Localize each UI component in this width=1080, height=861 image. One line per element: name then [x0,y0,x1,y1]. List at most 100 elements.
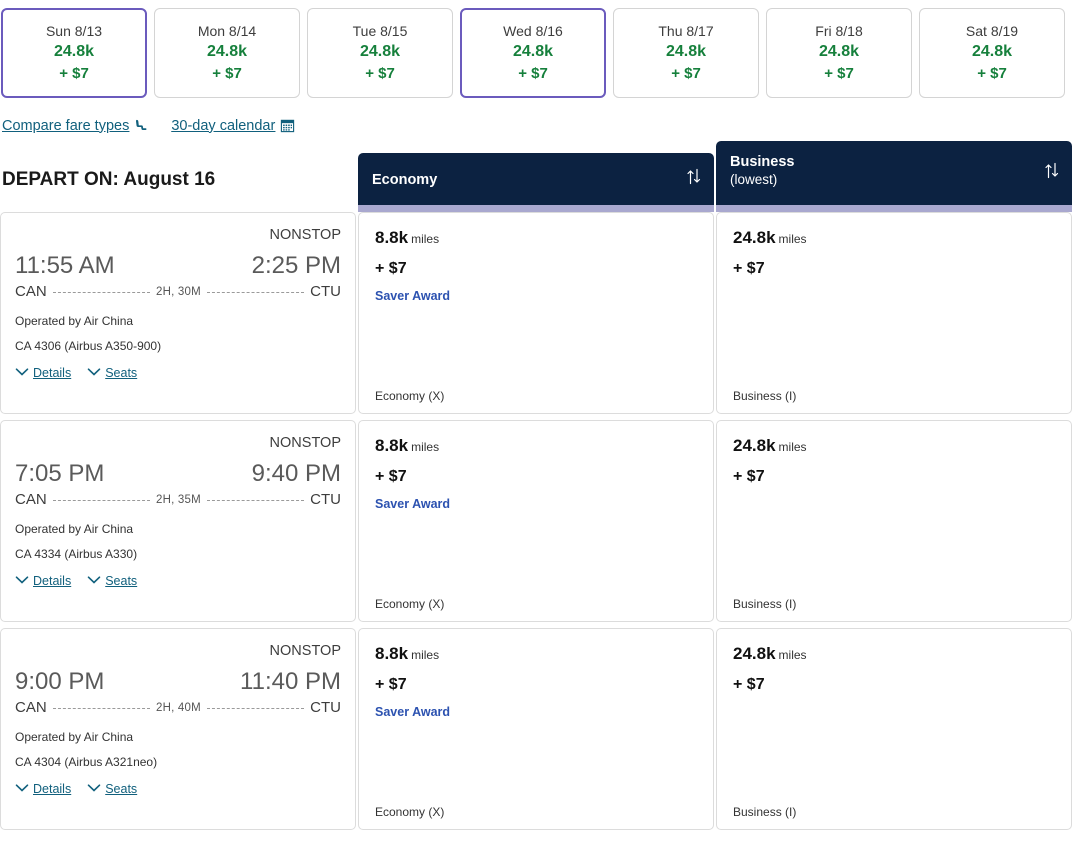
fare-cabin-code: Business (I) [733,389,797,403]
sort-updown-icon-economy[interactable] [686,168,702,191]
depart-time: 11:55 AM [15,252,115,279]
route-line-right [206,708,305,709]
fare-miles-unit: miles [778,648,807,662]
calendar-icon [280,118,295,133]
operated-by: Operated by Air China [15,314,134,328]
fare-cabin-code: Business (I) [733,805,797,819]
destination-code: CTU [310,699,341,716]
fare-cell-economy[interactable]: 8.8k miles + $7 Saver Award Economy (X) [358,212,714,414]
column-subtitle-business: (lowest) [730,172,778,187]
date-tab-tue-8-15[interactable]: Tue 8/15 24.8k + $7 [307,8,453,98]
fare-cell-economy[interactable]: 8.8k miles + $7 Saver Award Economy (X) [358,628,714,830]
route-line-right [206,292,305,293]
flight-row: NONSTOP 7:05 PM 9:40 PM CAN 2H, 35M CTU Operat… [0,420,1080,622]
flight-number-aircraft: CA 4304 (Airbus A321neo) [15,755,158,769]
fare-miles-value: 24.8k [733,644,776,663]
flight-row: NONSTOP 9:00 PM 11:40 PM CAN 2H, 40M CTU Opera… [0,628,1080,830]
column-title-economy: Economy [372,172,438,188]
operated-by: Operated by Air China [15,522,134,536]
flight-times: 7:05 PM 9:40 PM [15,459,341,489]
date-tab-miles: 24.8k [53,43,95,60]
seats-link[interactable]: Seats [87,782,137,796]
seats-link[interactable]: Seats [87,574,137,588]
fare-miles-unit: miles [411,440,440,454]
details-link[interactable]: Details [15,782,71,796]
fare-miles-unit: miles [411,232,440,246]
origin-code: CAN [15,283,47,300]
details-label: Details [33,782,72,796]
depart-title-wrap: DEPART ON: August 16 [0,148,356,212]
date-tab-cash: + $7 [824,65,854,82]
date-tab-miles: 24.8k [665,43,707,60]
date-tab-mon-8-14[interactable]: Mon 8/14 24.8k + $7 [154,8,300,98]
chevron-down-icon [15,782,29,796]
column-title-business: Business [730,154,795,170]
flight-times: 11:55 AM 2:25 PM [15,251,341,281]
column-header-economy[interactable]: Economy [358,153,714,205]
date-tab-day: Thu 8/17 [658,23,714,39]
date-tab-cash: + $7 [59,65,89,82]
fare-cell-business[interactable]: 24.8k miles + $7 Business (I) [716,212,1072,414]
flight-number-aircraft: CA 4334 (Airbus A330) [15,547,138,561]
date-tab-day: Sat 8/19 [965,23,1019,39]
seats-link[interactable]: Seats [87,366,137,380]
date-tab-day: Tue 8/15 [352,23,408,39]
utility-links: Compare fare types 30-day calendar [0,98,1080,134]
chevron-down-icon [87,366,101,380]
compare-fare-types-link[interactable]: Compare fare types [2,118,149,134]
column-economy: Economy [358,153,714,212]
destination-code: CTU [310,283,341,300]
fare-cell-economy[interactable]: 8.8k miles + $7 Saver Award Economy (X) [358,420,714,622]
date-tab-cash: + $7 [365,65,395,82]
fare-award-tag: Saver Award [375,705,451,719]
column-header-business[interactable]: Business (lowest) [716,141,1072,205]
flight-card: NONSTOP 7:05 PM 9:40 PM CAN 2H, 35M CTU Operat… [0,420,356,622]
seats-label: Seats [105,366,138,380]
flight-route: CAN 2H, 40M CTU [15,699,341,716]
flight-duration: 2H, 30M [155,285,201,298]
route-line-left [52,708,150,709]
thirty-day-calendar-link[interactable]: 30-day calendar [171,118,295,134]
date-tab-fri-8-18[interactable]: Fri 8/18 24.8k + $7 [766,8,912,98]
fare-cash: + $7 [375,676,407,693]
chevron-down-icon [87,782,101,796]
fare-cash: + $7 [375,468,407,485]
fare-cell-business[interactable]: 24.8k miles + $7 Business (I) [716,628,1072,830]
fare-miles: 8.8k miles [375,643,697,666]
details-link[interactable]: Details [15,366,71,380]
thirty-day-calendar-label: 30-day calendar [171,117,276,134]
chevron-down-icon [15,366,29,380]
stops-label: NONSTOP [269,227,341,243]
stops-label: NONSTOP [269,643,341,659]
stops-label: NONSTOP [269,435,341,451]
fare-cash: + $7 [733,676,765,693]
column-business: Business (lowest) [716,141,1072,212]
fare-miles: 24.8k miles [733,435,1055,458]
fare-miles-unit: miles [778,232,807,246]
date-tab-wed-8-16[interactable]: Wed 8/16 24.8k + $7 [460,8,606,98]
operated-by: Operated by Air China [15,730,134,744]
date-tab-thu-8-17[interactable]: Thu 8/17 24.8k + $7 [613,8,759,98]
date-tab-sun-8-13[interactable]: Sun 8/13 24.8k + $7 [1,8,147,98]
date-tab-miles: 24.8k [818,43,860,60]
fare-miles-value: 8.8k [375,644,409,663]
details-label: Details [33,366,72,380]
flight-times: 9:00 PM 11:40 PM [15,667,341,697]
origin-code: CAN [15,699,47,716]
date-tab-miles: 24.8k [512,43,554,60]
date-tab-cash: + $7 [977,65,1007,82]
flight-duration: 2H, 40M [155,701,201,714]
fare-cell-business[interactable]: 24.8k miles + $7 Business (I) [716,420,1072,622]
page-title: DEPART ON: August 16 [2,169,216,190]
details-link[interactable]: Details [15,574,71,588]
destination-code: CTU [310,491,341,508]
date-tab-sat-8-19[interactable]: Sat 8/19 24.8k + $7 [919,8,1065,98]
sort-updown-icon-business[interactable] [1044,162,1060,185]
header-strip-economy [358,205,714,212]
date-tab-day: Fri 8/18 [815,23,863,39]
date-tab-day: Sun 8/13 [45,23,103,39]
seat-icon [134,118,149,133]
route-line-left [52,292,150,293]
fare-miles-value: 8.8k [375,436,409,455]
fare-miles-value: 24.8k [733,436,776,455]
